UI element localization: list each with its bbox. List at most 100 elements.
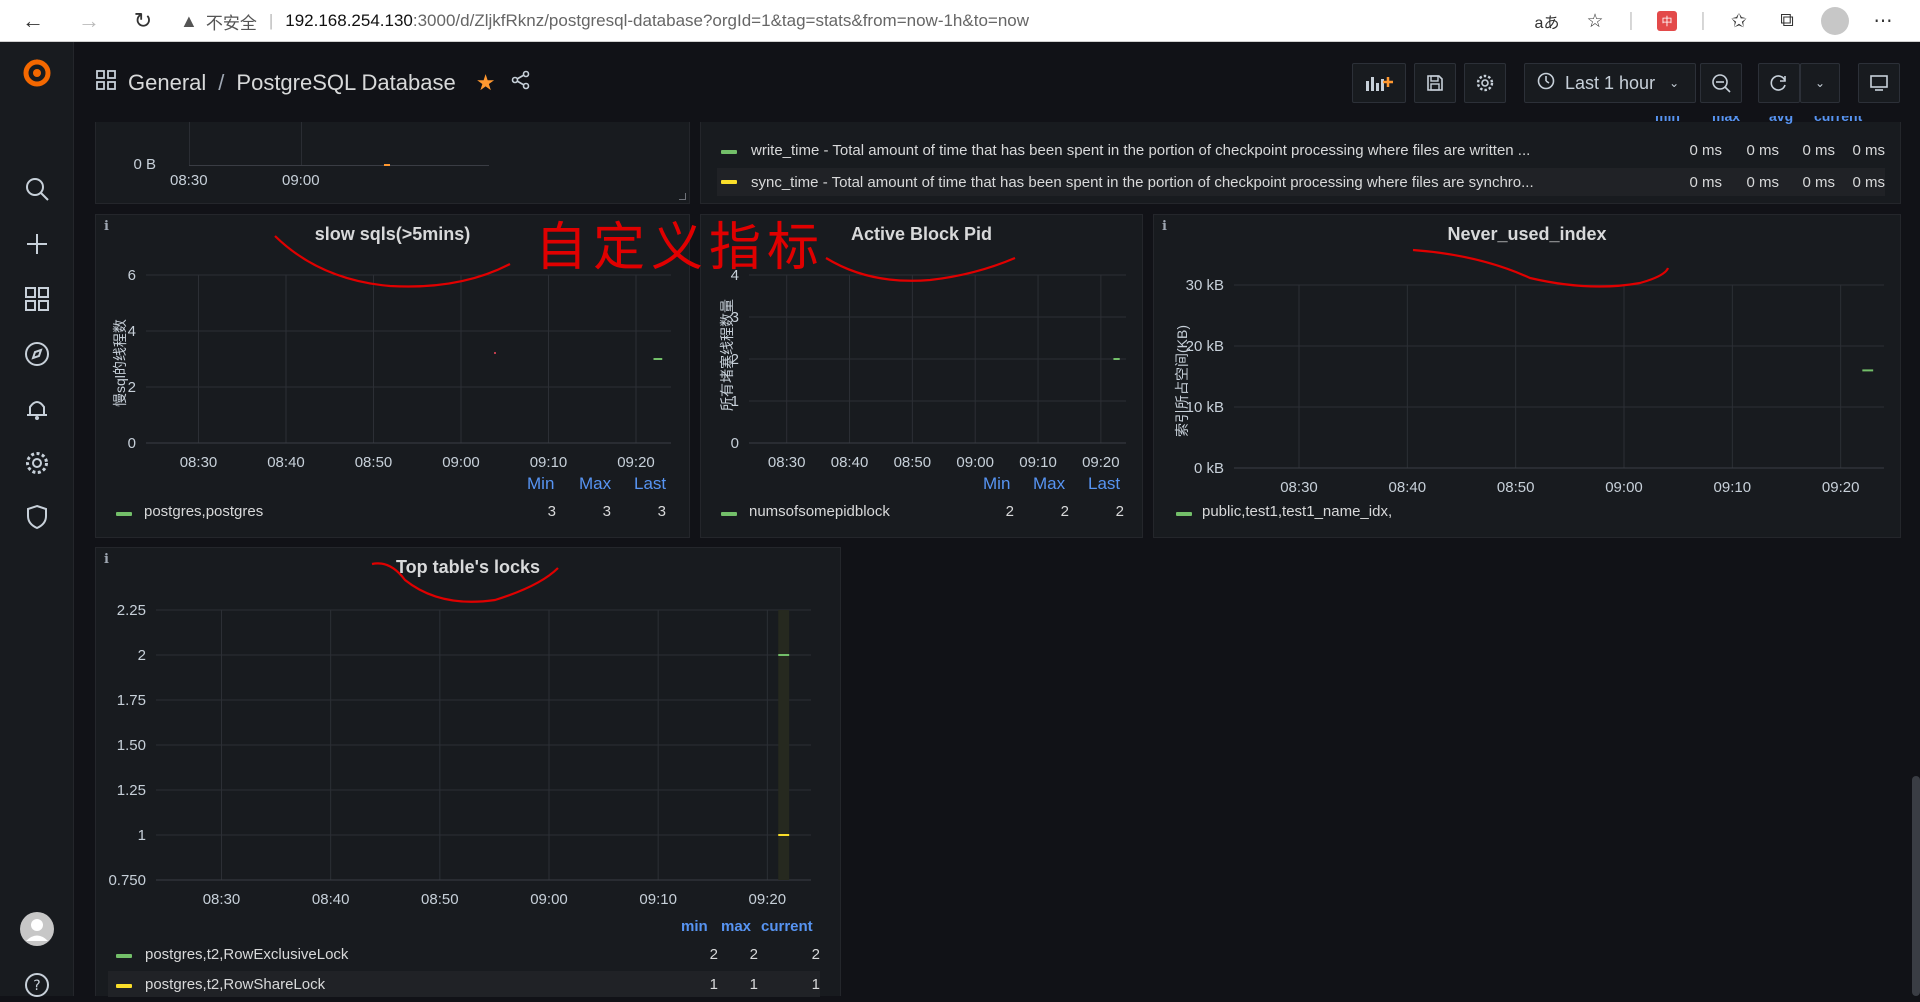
alerting-bell-icon[interactable] xyxy=(20,392,54,426)
legend-value: 3 xyxy=(547,503,556,520)
x-tick-label: 09:00 xyxy=(530,891,568,908)
y-tick-label: 2 xyxy=(128,379,136,396)
address-bar[interactable]: ▲ 不安全 | 192.168.254.130:3000/d/ZljkfRknz… xyxy=(180,4,1029,38)
panel-slow-sqls[interactable]: i slow sqls(>5mins) 慢sql的线程数 6 4 2 0 08:30 08… xyxy=(95,214,690,538)
legend-swatch xyxy=(721,180,737,184)
legend-header-max[interactable]: max xyxy=(721,918,751,935)
x-tick: 08:30 xyxy=(170,172,208,189)
divider-icon: | xyxy=(1628,10,1634,31)
extension-badge: 中 xyxy=(1657,11,1677,31)
y-tick-label: 2.25 xyxy=(117,602,146,619)
dashboard-title[interactable]: PostgreSQL Database xyxy=(236,70,455,96)
shield-icon[interactable] xyxy=(20,500,54,534)
legend-header-max[interactable]: Max xyxy=(579,474,611,494)
favorites-icon[interactable]: ✩ xyxy=(1722,4,1756,38)
resize-handle[interactable] xyxy=(679,193,686,200)
y-tick-label: 1.50 xyxy=(117,737,146,754)
legend-value: 2 xyxy=(709,946,718,963)
time-picker-button[interactable]: Last 1 hour ⌄ xyxy=(1524,63,1696,103)
url-host: 192.168.254.130 xyxy=(285,11,413,30)
legend-value: 2 xyxy=(1005,503,1014,520)
series-mark xyxy=(384,164,390,166)
panel-active-block-pid[interactable]: Active Block Pid 所有堵塞线程数量 4 3 2 1 0 08:30 08:4… xyxy=(700,214,1143,538)
forward-icon[interactable]: → xyxy=(74,6,104,36)
panel-top-table-locks[interactable]: i Top table's locks 2.25 2 1.75 1.50 1.25 1 0.… xyxy=(95,547,841,997)
grafana-logo-icon[interactable] xyxy=(20,56,54,90)
profile-avatar[interactable] xyxy=(1818,4,1852,38)
panel-bytes-partial: 0 B 08:30 09:00 xyxy=(95,122,690,204)
x-tick: 09:00 xyxy=(282,172,320,189)
add-panel-button[interactable] xyxy=(1352,63,1406,103)
x-tick-label: 09:20 xyxy=(1082,454,1120,471)
legend-value: 3 xyxy=(602,503,611,520)
x-tick-label: 08:30 xyxy=(1280,479,1318,496)
panel-never-used-index[interactable]: i Never_used_index 索引所占空间(KB) 30 kB 20 kB… xyxy=(1153,214,1901,538)
y-tick-label: 1.75 xyxy=(117,692,146,709)
tv-mode-button[interactable] xyxy=(1858,63,1900,103)
x-tick-label: 09:00 xyxy=(442,454,480,471)
browser-actions: aあ ☆ | 中 | ✩ ⧉ ⋯ xyxy=(1523,0,1920,42)
y-tick-label: 20 kB xyxy=(1186,338,1224,355)
legend-swatch xyxy=(116,512,132,516)
legend-header-min[interactable]: min xyxy=(1655,116,1680,124)
back-icon[interactable]: ← xyxy=(18,6,48,36)
user-avatar-icon[interactable] xyxy=(20,912,54,946)
legend-header-last[interactable]: Last xyxy=(634,474,666,494)
legend-header-min[interactable]: Min xyxy=(527,474,554,494)
save-dashboard-button[interactable] xyxy=(1414,63,1456,103)
legend-row[interactable]: write_time - Total amount of time that h… xyxy=(717,138,1885,166)
star-icon[interactable]: ★ xyxy=(476,70,496,96)
gear-icon[interactable] xyxy=(20,446,54,480)
settings-button[interactable] xyxy=(1464,63,1506,103)
y-tick-label: 4 xyxy=(731,267,739,284)
folder-link[interactable]: General xyxy=(128,70,206,96)
sidebar: ? xyxy=(0,42,74,997)
x-tick-label: 08:50 xyxy=(355,454,393,471)
y-tick-label: 1 xyxy=(138,827,146,844)
legend-label[interactable]: public,test1,test1_name_idx, xyxy=(1202,503,1392,520)
reload-icon[interactable]: ↻ xyxy=(128,6,158,36)
legend-header-last[interactable]: Last xyxy=(1088,474,1120,494)
legend-header-current[interactable]: current xyxy=(761,918,813,935)
favorite-add-icon[interactable]: ☆ xyxy=(1578,4,1612,38)
share-icon[interactable] xyxy=(511,70,531,96)
collections-icon[interactable]: ⧉ xyxy=(1770,4,1804,38)
zoom-out-button[interactable] xyxy=(1700,63,1742,103)
more-menu-icon[interactable]: ⋯ xyxy=(1866,4,1900,38)
svg-text:?: ? xyxy=(33,978,40,994)
legend-label[interactable]: postgres,postgres xyxy=(144,503,263,520)
legend-header-max[interactable]: max xyxy=(1712,116,1740,124)
explore-compass-icon[interactable] xyxy=(20,337,54,371)
x-tick-label: 08:30 xyxy=(768,454,806,471)
legend-row[interactable]: postgres,t2,RowShareLock 1 1 1 xyxy=(108,971,820,997)
legend-header-min[interactable]: min xyxy=(681,918,708,935)
refresh-interval-dropdown[interactable]: ⌄ xyxy=(1800,63,1840,103)
legend-header-max[interactable]: Max xyxy=(1033,474,1065,494)
legend-label: postgres,t2,RowShareLock xyxy=(145,976,326,993)
legend-row[interactable]: sync_time - Total amount of time that ha… xyxy=(717,168,1885,196)
chevron-down-icon: ⌄ xyxy=(1814,76,1826,90)
search-icon[interactable] xyxy=(20,172,54,206)
legend-value: 0 ms xyxy=(1802,174,1835,191)
legend-label[interactable]: numsofsomepidblock xyxy=(749,503,890,520)
legend-header-min[interactable]: Min xyxy=(983,474,1010,494)
legend-header-current[interactable]: current xyxy=(1814,116,1862,124)
legend-value: 2 xyxy=(1115,503,1124,520)
plus-icon[interactable] xyxy=(20,227,54,261)
read-aloud-icon[interactable]: aあ xyxy=(1530,4,1564,38)
dashboards-icon[interactable] xyxy=(20,282,54,316)
legend-swatch xyxy=(721,512,737,516)
browser-toolbar: ← → ↻ ▲ 不安全 | 192.168.254.130:3000/d/Zlj… xyxy=(0,0,1920,42)
extension-icon[interactable]: 中 xyxy=(1650,4,1684,38)
legend-swatch xyxy=(116,954,132,958)
x-tick-label: 08:30 xyxy=(203,891,241,908)
legend-row[interactable]: postgres,t2,RowExclusiveLock 2 2 2 xyxy=(108,941,820,969)
page-scrollbar[interactable] xyxy=(1912,776,1920,996)
legend-value: 0 ms xyxy=(1746,174,1779,191)
legend-swatch xyxy=(721,150,737,154)
refresh-button[interactable] xyxy=(1758,63,1800,103)
help-icon[interactable]: ? xyxy=(20,968,54,1002)
legend-value: 1 xyxy=(811,976,820,993)
y-tick-label: 0 xyxy=(731,435,739,452)
legend-header-avg[interactable]: avg xyxy=(1769,116,1793,124)
